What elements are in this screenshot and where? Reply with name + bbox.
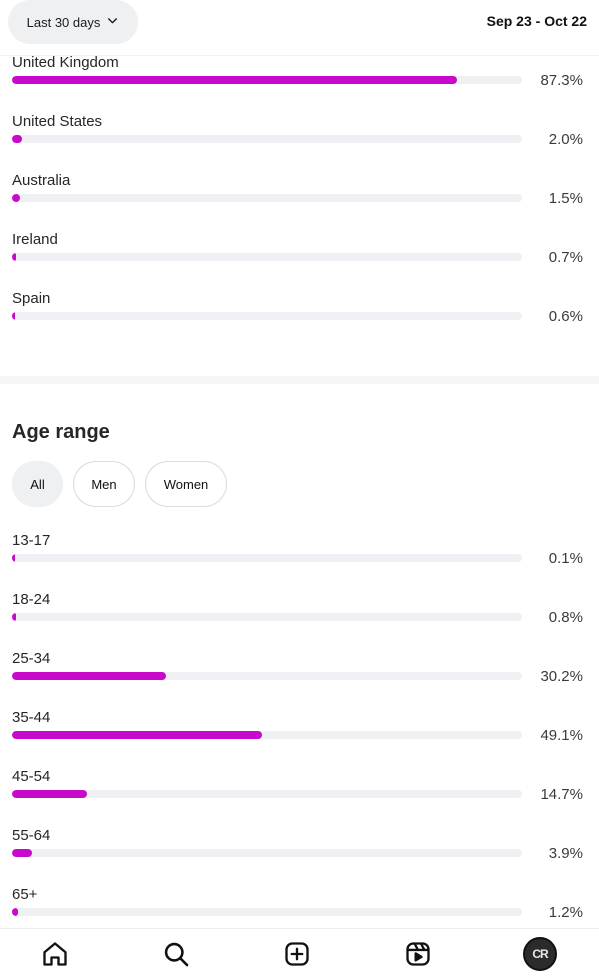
age-label: 25-34 xyxy=(12,650,51,667)
location-row: United Kingdom 87.3% xyxy=(12,54,587,94)
location-row: Spain 0.6% xyxy=(12,290,587,330)
bottom-nav: CR xyxy=(0,928,599,978)
bar-fill xyxy=(12,613,16,621)
location-percent: 0.7% xyxy=(548,249,583,266)
bar-track xyxy=(12,194,522,202)
age-row: 45-54 14.7% xyxy=(12,768,587,808)
age-percent: 49.1% xyxy=(540,727,583,744)
bar-fill xyxy=(12,76,457,84)
date-range-selector[interactable]: Last 30 days xyxy=(8,0,138,44)
bar-fill xyxy=(12,312,15,320)
bar-fill xyxy=(12,849,32,857)
search-icon xyxy=(164,942,189,967)
location-percent: 1.5% xyxy=(548,190,583,207)
age-label: 18-24 xyxy=(12,591,51,608)
age-label: 13-17 xyxy=(12,532,51,549)
location-percent: 2.0% xyxy=(548,131,583,148)
location-label: Spain xyxy=(12,290,51,307)
bar-track xyxy=(12,76,522,84)
create-icon xyxy=(285,942,309,966)
age-label: 45-54 xyxy=(12,768,51,785)
location-label: United Kingdom xyxy=(12,54,119,71)
filter-women-chip[interactable]: Women xyxy=(145,461,227,507)
bar-track xyxy=(12,135,522,143)
age-range-title: Age range xyxy=(12,421,110,443)
chevron-down-icon xyxy=(106,14,119,30)
age-percent: 1.2% xyxy=(548,904,583,921)
location-row: United States 2.0% xyxy=(12,113,587,153)
filter-all-chip[interactable]: All xyxy=(12,461,63,507)
home-tab[interactable] xyxy=(39,938,71,970)
bar-fill xyxy=(12,554,15,562)
age-percent: 30.2% xyxy=(540,668,583,685)
date-range-text: Sep 23 - Oct 22 xyxy=(486,13,587,29)
age-row: 55-64 3.9% xyxy=(12,827,587,867)
bar-fill xyxy=(12,908,18,916)
age-row: 13-17 0.1% xyxy=(12,532,587,572)
age-row: 18-24 0.8% xyxy=(12,591,587,631)
bar-track xyxy=(12,554,522,562)
create-tab[interactable] xyxy=(281,938,313,970)
age-row: 35-44 49.1% xyxy=(12,709,587,749)
bar-fill xyxy=(12,253,16,261)
age-row: 65+ 1.2% xyxy=(12,886,587,926)
bar-fill xyxy=(12,672,166,680)
location-row: Australia 1.5% xyxy=(12,172,587,212)
location-label: Australia xyxy=(12,172,71,189)
reels-tab[interactable] xyxy=(402,938,434,970)
bar-fill xyxy=(12,135,22,143)
bar-track xyxy=(12,672,522,680)
bar-track xyxy=(12,312,522,320)
bar-fill xyxy=(12,790,87,798)
age-percent: 3.9% xyxy=(548,845,583,862)
location-row: Ireland 0.7% xyxy=(12,231,587,271)
age-label: 65+ xyxy=(12,886,38,903)
bar-track xyxy=(12,613,522,621)
top-bar: Last 30 days Sep 23 - Oct 22 xyxy=(0,0,599,56)
bar-track xyxy=(12,253,522,261)
gender-filter-group: All Men Women xyxy=(12,461,227,507)
range-label: Last 30 days xyxy=(26,14,101,30)
age-percent: 0.8% xyxy=(548,609,583,626)
profile-avatar[interactable]: CR xyxy=(523,937,557,971)
bar-track xyxy=(12,908,522,916)
age-row: 25-34 30.2% xyxy=(12,650,587,690)
location-label: United States xyxy=(12,113,103,130)
location-percent: 87.3% xyxy=(540,72,583,89)
location-percent: 0.6% xyxy=(548,308,583,325)
age-percent: 14.7% xyxy=(540,786,583,803)
reels-icon xyxy=(406,942,430,966)
age-label: 35-44 xyxy=(12,709,51,726)
bar-fill xyxy=(12,731,262,739)
home-icon xyxy=(43,942,67,966)
bar-track xyxy=(12,790,522,798)
section-divider xyxy=(0,376,599,384)
age-percent: 0.1% xyxy=(548,550,583,567)
search-tab[interactable] xyxy=(160,938,192,970)
bar-fill xyxy=(12,194,20,202)
location-label: Ireland xyxy=(12,231,58,248)
filter-men-chip[interactable]: Men xyxy=(73,461,135,507)
bar-track xyxy=(12,731,522,739)
bar-track xyxy=(12,849,522,857)
age-label: 55-64 xyxy=(12,827,51,844)
